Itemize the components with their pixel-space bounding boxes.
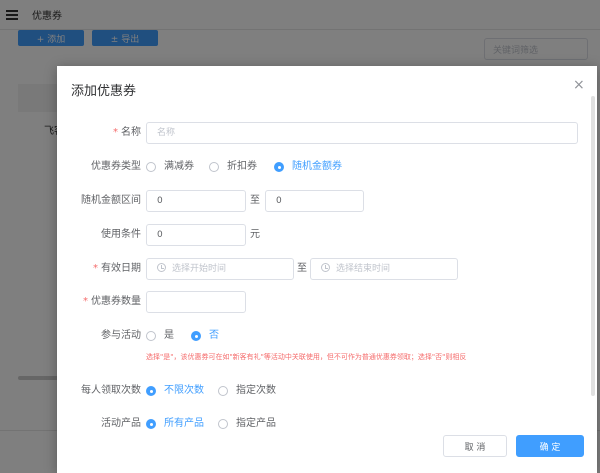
radio-circle: [146, 162, 156, 172]
radio-circle-selected: [146, 419, 156, 429]
confirm-button[interactable]: 确 定: [516, 435, 584, 457]
join-activity-label: 参与活动: [101, 330, 141, 341]
radio-full-reduction[interactable]: 满减券: [146, 156, 194, 178]
random-min-input[interactable]: 0: [146, 190, 246, 212]
radio-discount[interactable]: 折扣券: [209, 156, 257, 178]
radio-join-no[interactable]: 否: [191, 325, 219, 347]
clock-icon: [321, 263, 330, 272]
radio-circle-selected: [191, 331, 201, 341]
products-label: 活动产品: [101, 418, 141, 429]
coupon-type-label: 优惠券类型: [91, 161, 141, 172]
add-coupon-dialog: 添加优惠券 × * 名称 名称 优惠券类型 满减券 折扣券 随机金额券 随机金额区…: [57, 66, 597, 473]
radio-specified-times[interactable]: 指定次数: [218, 380, 276, 402]
date-separator: 至: [297, 263, 307, 274]
valid-date-label: * 有效日期: [93, 263, 141, 274]
radio-random-amount[interactable]: 随机金额券: [274, 156, 342, 178]
use-condition-input[interactable]: 0: [146, 224, 246, 246]
radio-join-yes[interactable]: 是: [146, 325, 174, 347]
radio-specified-products[interactable]: 指定产品: [218, 413, 276, 435]
radio-circle-selected: [274, 162, 284, 172]
radio-circle: [209, 162, 219, 172]
dialog-title: 添加优惠券: [71, 84, 137, 99]
dialog-scrollbar[interactable]: [591, 96, 595, 396]
quantity-label: * 优惠券数量: [83, 296, 141, 307]
join-activity-hint: 选择"是"，该优惠券可在如"新客有礼"等活动中关联使用，但不可作为普通优惠券领取…: [146, 353, 467, 361]
random-range-label: 随机金额区间: [81, 195, 141, 206]
end-date-input[interactable]: 选择结束时间: [310, 258, 458, 280]
cancel-button[interactable]: 取 消: [443, 435, 507, 457]
use-condition-unit: 元: [250, 229, 260, 240]
use-condition-label: 使用条件: [101, 229, 141, 240]
radio-unlimited[interactable]: 不限次数: [146, 380, 204, 402]
clock-icon: [157, 263, 166, 272]
radio-circle-selected: [146, 386, 156, 396]
radio-all-products[interactable]: 所有产品: [146, 413, 204, 435]
range-separator: 至: [250, 195, 260, 206]
name-input[interactable]: 名称: [146, 122, 578, 144]
random-max-input[interactable]: 0: [265, 190, 364, 212]
radio-circle: [218, 386, 228, 396]
quantity-input[interactable]: [146, 291, 246, 313]
close-icon[interactable]: ×: [573, 78, 585, 92]
name-label: * 名称: [113, 127, 141, 138]
start-date-input[interactable]: 选择开始时间: [146, 258, 294, 280]
radio-circle: [218, 419, 228, 429]
radio-circle: [146, 331, 156, 341]
per-user-limit-label: 每人领取次数: [81, 385, 141, 396]
